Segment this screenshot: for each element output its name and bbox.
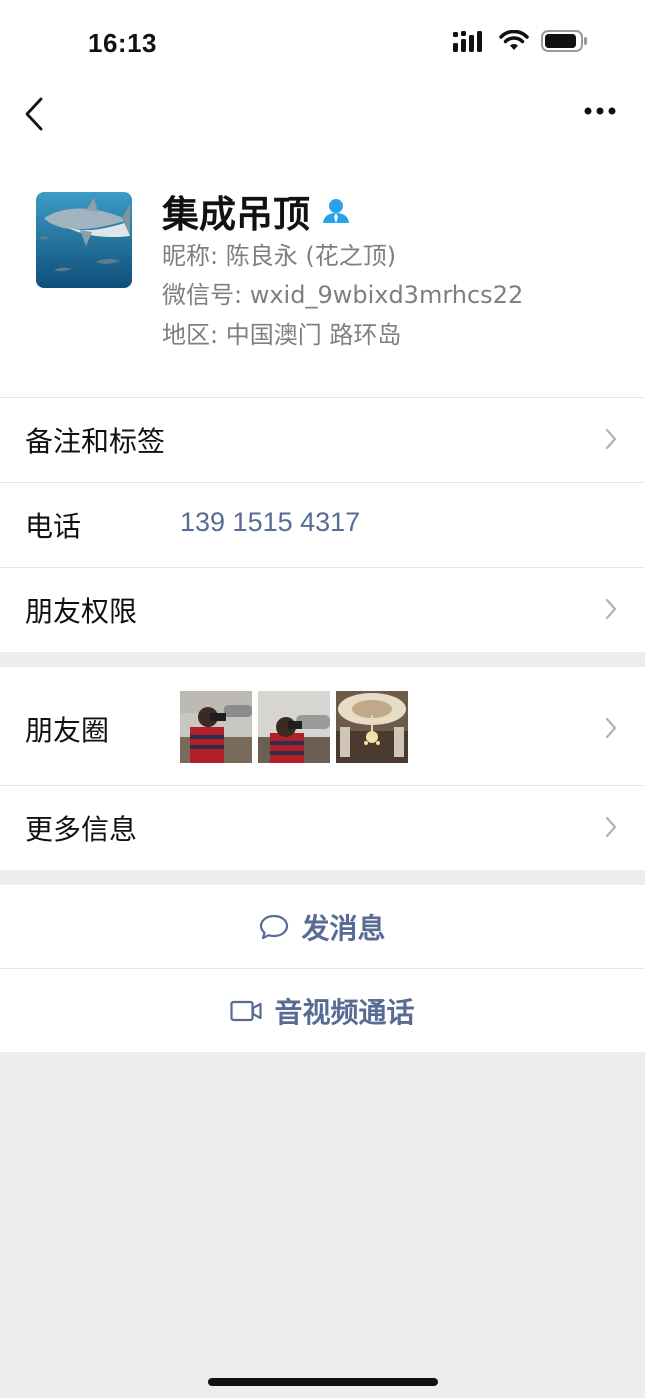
video-call-label: 音视频通话: [274, 995, 415, 1029]
remarks-tags-row[interactable]: 备注和标签: [0, 397, 645, 482]
section-divider: [0, 870, 645, 885]
moments-section: 朋友圈 更多信息: [0, 667, 645, 870]
moment-thumbnail: [180, 691, 252, 763]
moment-thumbnail: [336, 691, 408, 763]
actions-section: 发消息 音视频通话: [0, 885, 645, 1052]
top-area: 16:13 集成吊顶 昵称: 陈良永 (花之顶) 微信号: wxid_9wbix…: [0, 0, 645, 652]
send-message-label: 发消息: [301, 911, 386, 945]
video-camera-icon: [230, 1000, 263, 1021]
phone-number-link[interactable]: 139 1515 4317: [180, 507, 360, 538]
profile-name-line: 集成吊顶: [162, 184, 350, 238]
chevron-right-icon: [605, 717, 617, 739]
friend-permissions-row[interactable]: 朋友权限: [0, 567, 645, 652]
chevron-right-icon: [605, 816, 617, 838]
profile-header: 集成吊顶 昵称: 陈良永 (花之顶) 微信号: wxid_9wbixd3mrhc…: [0, 140, 645, 397]
wechat-id-text: 微信号: wxid_9wbixd3mrhcs22: [162, 281, 524, 309]
wifi-icon: [499, 30, 529, 50]
video-call-button[interactable]: 音视频通话: [0, 968, 645, 1052]
status-time: 16:13: [88, 28, 157, 58]
avatar[interactable]: [36, 192, 132, 288]
home-indicator[interactable]: [208, 1378, 438, 1386]
section-divider: [0, 652, 645, 667]
back-arrow-icon[interactable]: [22, 96, 46, 132]
battery-icon: [541, 30, 587, 52]
status-icons: [453, 30, 589, 52]
phone-label: 电话: [25, 510, 82, 543]
chevron-right-icon: [605, 598, 617, 620]
signal-icon: [453, 31, 482, 52]
chat-bubble-icon: [260, 914, 289, 939]
moments-label: 朋友圈: [25, 714, 110, 747]
shark-avatar-image: [36, 192, 132, 288]
moments-row[interactable]: 朋友圈: [0, 667, 645, 785]
region-text: 地区: 中国澳门 路环岛: [162, 321, 402, 349]
status-bar: 16:13: [0, 0, 645, 88]
nickname-text: 昵称: 陈良永 (花之顶): [162, 242, 397, 270]
friend-permissions-label: 朋友权限: [25, 595, 138, 628]
contact-badge-icon: [323, 199, 349, 223]
phone-row: 电话 139 1515 4317: [0, 482, 645, 567]
moment-thumbnail: [258, 691, 330, 763]
remarks-tags-label: 备注和标签: [25, 425, 166, 458]
nav-bar: [0, 88, 645, 140]
more-options-icon[interactable]: [583, 106, 617, 116]
profile-name: 集成吊顶: [162, 193, 310, 236]
send-message-button[interactable]: 发消息: [0, 885, 645, 968]
more-info-row[interactable]: 更多信息: [0, 785, 645, 870]
moments-thumbnails: [180, 691, 408, 763]
more-info-label: 更多信息: [25, 813, 138, 846]
chevron-right-icon: [605, 428, 617, 450]
